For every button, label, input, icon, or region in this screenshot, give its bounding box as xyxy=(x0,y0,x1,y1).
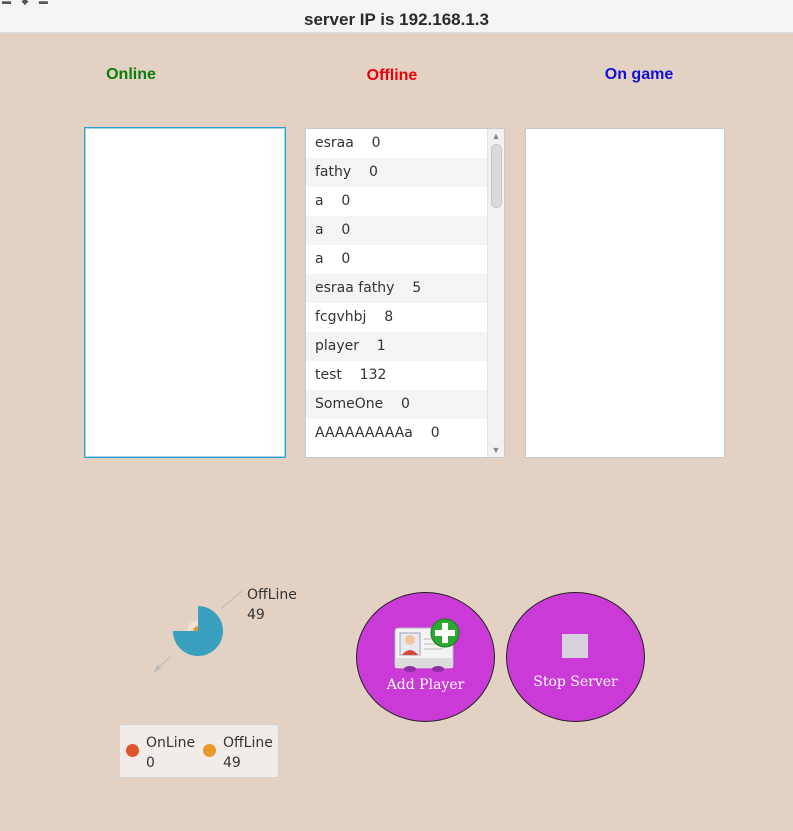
pie-label-value: 49 xyxy=(247,607,265,623)
add-player-label: Add Player xyxy=(386,677,465,693)
list-item[interactable]: esraa 0 xyxy=(306,129,487,158)
legend-offline-name: OffLine xyxy=(223,735,273,751)
pie-slice-offline-core xyxy=(193,626,198,631)
scroll-down-icon[interactable]: ▼ xyxy=(488,443,504,457)
pie-slice-offline xyxy=(173,606,223,656)
pie-slice-offline-notch xyxy=(187,620,198,631)
pie-label-leader-lower xyxy=(154,655,172,672)
legend-online-name: OnLine xyxy=(146,735,196,751)
list-item[interactable]: a 0 xyxy=(306,245,487,274)
online-dot-icon xyxy=(126,744,139,757)
online-heading: Online xyxy=(106,66,156,83)
legend-item-online: OnLine 0 xyxy=(126,733,196,773)
stop-icon xyxy=(562,634,588,658)
pie-arrow-icon xyxy=(153,664,161,673)
window-controls-icon[interactable]: ▬ ◆ ▬ xyxy=(2,0,52,7)
list-item[interactable]: AAAAAAAAAa 0 xyxy=(306,419,487,448)
legend-offline-value: 49 xyxy=(223,755,241,771)
offline-list-scrollbar[interactable]: ▲ ▼ xyxy=(487,129,504,457)
pie-label-name: OffLine xyxy=(247,587,297,603)
title-bar: ▬ ◆ ▬ server IP is 192.168.1.3 xyxy=(0,0,793,33)
list-item[interactable]: a 0 xyxy=(306,216,487,245)
chart-legend: OnLine 0 OffLine 49 xyxy=(119,724,279,778)
list-item[interactable]: fathy 0 xyxy=(306,158,487,187)
on-game-players-list[interactable] xyxy=(525,128,725,458)
stop-server-button[interactable]: Stop Server xyxy=(506,592,645,722)
on-game-heading: On game xyxy=(604,66,674,83)
list-item[interactable]: SomeOne 0 xyxy=(306,390,487,419)
scroll-thumb[interactable] xyxy=(491,144,502,208)
legend-item-offline: OffLine 49 xyxy=(203,733,273,773)
window-title: server IP is 192.168.1.3 xyxy=(304,10,489,29)
pie-slice-label: OffLine 49 xyxy=(247,585,297,625)
list-item[interactable]: player 1 xyxy=(306,332,487,361)
offline-players-list[interactable]: esraa 0 fathy 0a 0a 0a 0 esraa fathy 5 fcgv… xyxy=(305,128,505,458)
scroll-up-icon[interactable]: ▲ xyxy=(488,129,504,143)
legend-online-value: 0 xyxy=(146,755,155,771)
pie-label-leader xyxy=(221,590,243,609)
offline-dot-icon xyxy=(203,744,216,757)
online-players-list[interactable] xyxy=(84,127,286,458)
add-user-icon xyxy=(394,618,460,672)
list-item[interactable]: test 132 xyxy=(306,361,487,390)
list-item[interactable]: a 0 xyxy=(306,187,487,216)
add-player-button[interactable]: Add Player xyxy=(356,592,495,722)
offline-heading: Offline xyxy=(366,67,418,84)
stop-server-label: Stop Server xyxy=(533,674,618,690)
list-item[interactable]: esraa fathy 5 xyxy=(306,274,487,303)
list-item[interactable]: fcgvhbj 8 xyxy=(306,303,487,332)
